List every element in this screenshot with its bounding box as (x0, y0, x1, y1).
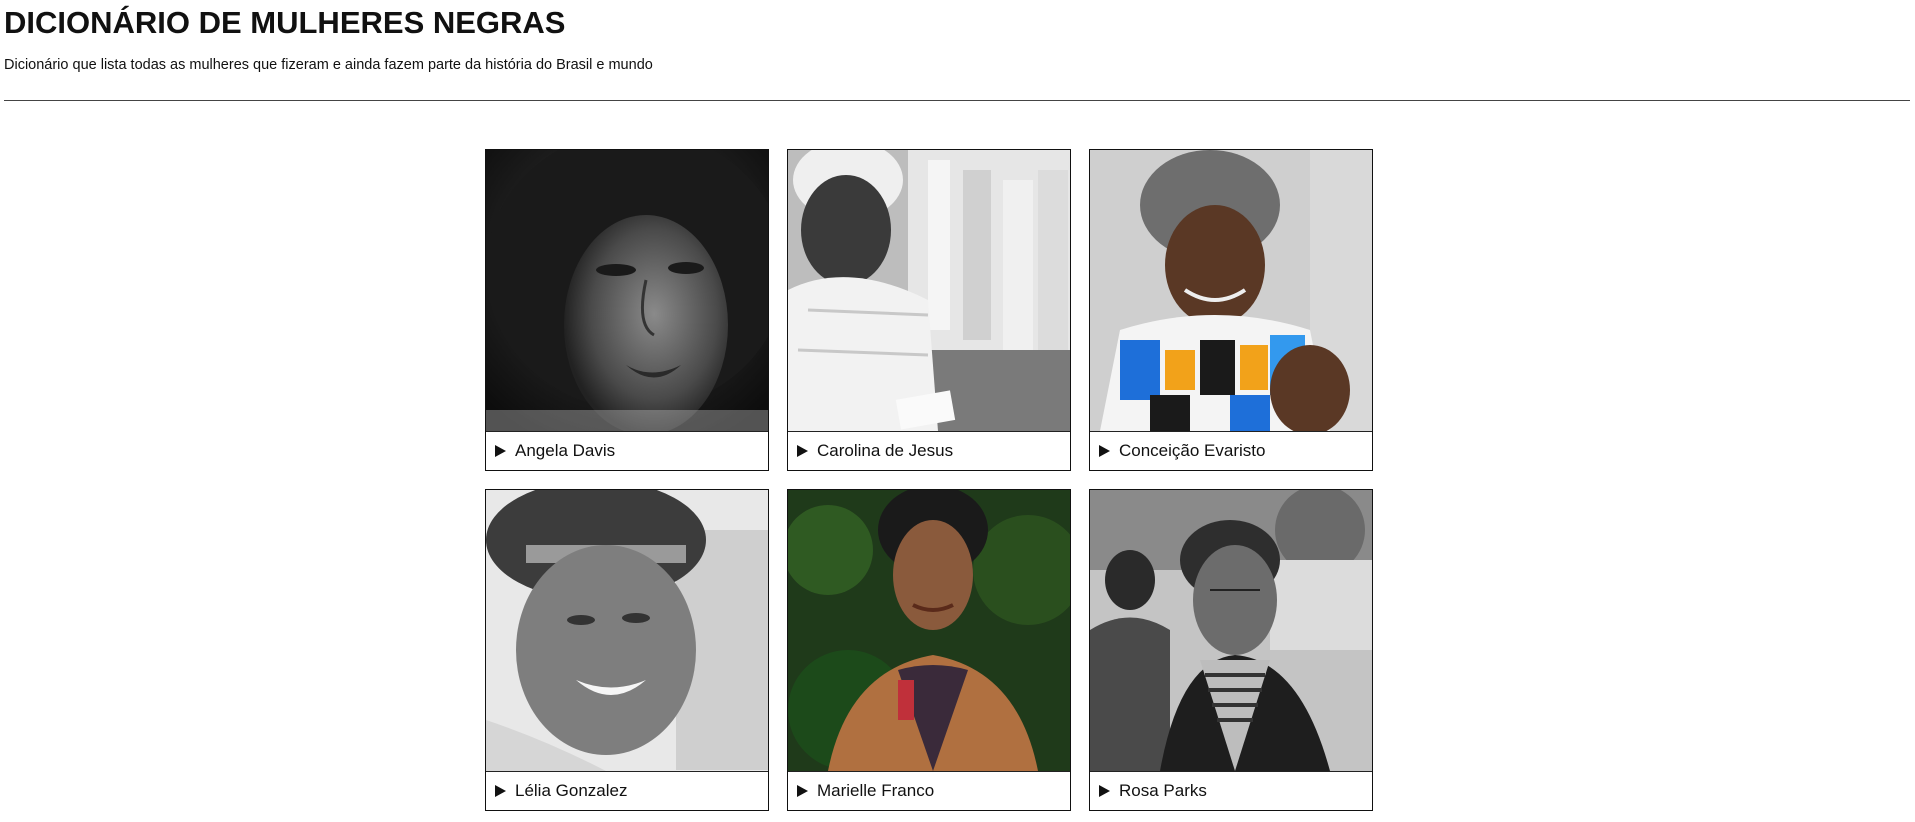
disclosure-triangle-icon (1099, 445, 1110, 457)
page: DICIONÁRIO DE MULHERES NEGRAS Dicionário… (0, 0, 1915, 822)
card-name: Rosa Parks (1119, 781, 1207, 800)
portrait-photo (486, 150, 768, 432)
women-grid: Angela Davis Carolina de Jesus Conceição… (485, 149, 1375, 811)
header-divider (4, 100, 1910, 101)
disclosure-triangle-icon (1099, 785, 1110, 797)
card-caption[interactable]: Carolina de Jesus (788, 432, 1070, 470)
card-marielle-franco[interactable]: Marielle Franco (787, 489, 1071, 811)
card-caption[interactable]: Conceição Evaristo (1090, 432, 1372, 470)
card-name: Lélia Gonzalez (515, 781, 628, 800)
portrait-photo (1090, 490, 1372, 772)
card-name: Marielle Franco (817, 781, 935, 800)
portrait-photo (1090, 150, 1372, 432)
portrait-photo (788, 490, 1070, 772)
page-subtitle: Dicionário que lista todas as mulheres q… (4, 57, 653, 73)
card-rosa-parks[interactable]: Rosa Parks (1089, 489, 1373, 811)
card-lelia-gonzalez[interactable]: Lélia Gonzalez (485, 489, 769, 811)
card-name: Angela Davis (515, 441, 616, 460)
card-caption[interactable]: Lélia Gonzalez (486, 772, 768, 810)
card-caption[interactable]: Marielle Franco (788, 772, 1070, 810)
card-carolina-de-jesus[interactable]: Carolina de Jesus (787, 149, 1071, 471)
card-conceicao-evaristo[interactable]: Conceição Evaristo (1089, 149, 1373, 471)
disclosure-triangle-icon (495, 445, 506, 457)
card-name: Carolina de Jesus (817, 441, 954, 460)
card-angela-davis[interactable]: Angela Davis (485, 149, 769, 471)
card-caption[interactable]: Angela Davis (486, 432, 768, 470)
disclosure-triangle-icon (797, 445, 808, 457)
portrait-photo (486, 490, 768, 772)
card-caption[interactable]: Rosa Parks (1090, 772, 1372, 810)
portrait-photo (788, 150, 1070, 432)
disclosure-triangle-icon (495, 785, 506, 797)
page-title: DICIONÁRIO DE MULHERES NEGRAS (4, 5, 566, 40)
disclosure-triangle-icon (797, 785, 808, 797)
card-name: Conceição Evaristo (1119, 441, 1266, 460)
